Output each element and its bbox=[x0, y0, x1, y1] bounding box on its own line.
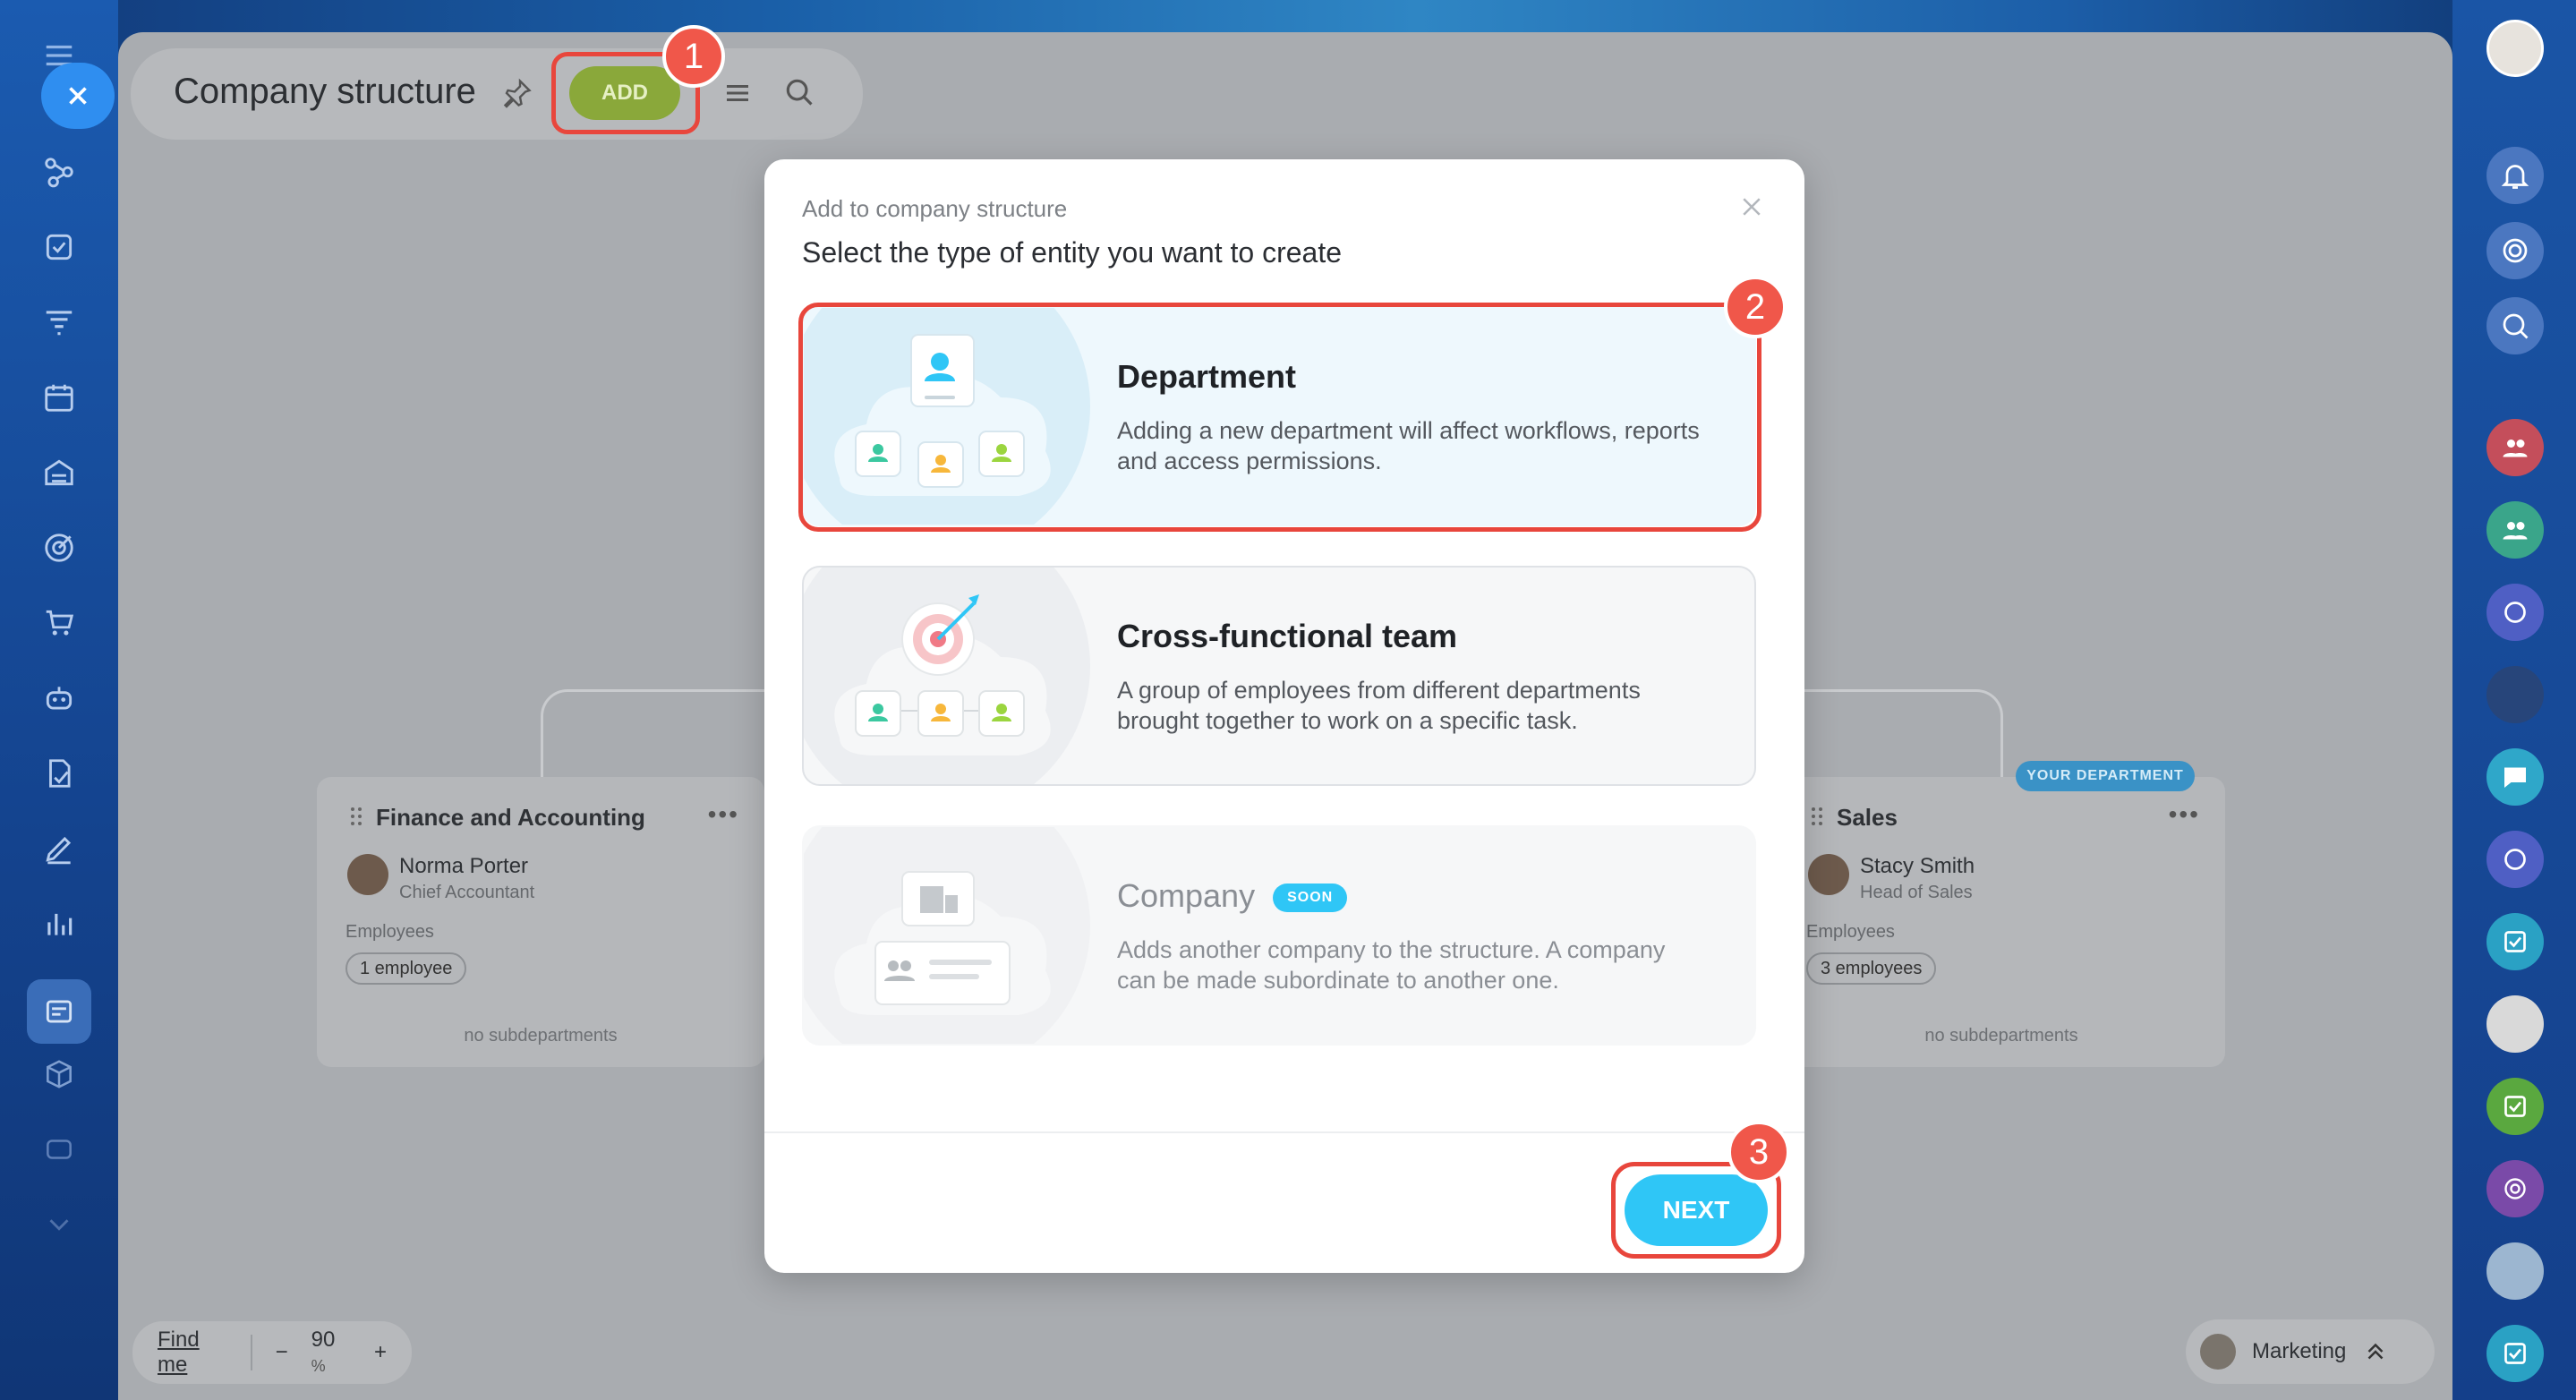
option-title: Company SOON bbox=[1117, 877, 1348, 915]
bell-icon[interactable] bbox=[2486, 147, 2544, 204]
menu-icon[interactable] bbox=[721, 77, 754, 109]
close-slider-button[interactable] bbox=[41, 63, 115, 129]
copilot-chat-icon[interactable] bbox=[2486, 584, 2544, 641]
group-avatar-icon[interactable] bbox=[2486, 501, 2544, 559]
analytics-icon[interactable] bbox=[39, 904, 79, 943]
right-sidebar bbox=[2452, 0, 2576, 1400]
zoom-controls: Find me − 90 % + bbox=[132, 1321, 412, 1384]
more-icon[interactable]: ••• bbox=[2169, 800, 2200, 829]
employees-label: Employees bbox=[1806, 922, 1895, 942]
hr-icon[interactable] bbox=[39, 1130, 79, 1169]
head-name[interactable]: Stacy Smith bbox=[1860, 854, 1975, 879]
calendar-icon[interactable] bbox=[39, 378, 79, 417]
subdepartments-label: no subdepartments bbox=[1924, 1026, 2078, 1046]
department-card-finance[interactable]: Finance and Accounting ••• Norma Porter … bbox=[317, 777, 764, 1067]
page-title: Company structure bbox=[174, 72, 476, 111]
group-chat-avatar-icon[interactable] bbox=[2486, 419, 2544, 476]
step-badge-2: 2 bbox=[1724, 276, 1787, 338]
avatar bbox=[347, 854, 388, 895]
box-icon[interactable] bbox=[39, 1054, 79, 1094]
avatar bbox=[2200, 1334, 2236, 1370]
head-role: Head of Sales bbox=[1860, 883, 1973, 902]
close-icon[interactable] bbox=[1738, 193, 1765, 220]
sign-document-icon[interactable] bbox=[39, 754, 79, 793]
cart-icon[interactable] bbox=[39, 603, 79, 643]
copilot-spiral-icon-2[interactable] bbox=[2486, 831, 2544, 888]
department-switcher-label: Marketing bbox=[2252, 1339, 2347, 1363]
employees-label: Employees bbox=[345, 922, 434, 942]
step-badge-3: 3 bbox=[1727, 1121, 1790, 1183]
cat-avatar[interactable] bbox=[2486, 1242, 2544, 1300]
option-cross-functional-team[interactable]: Cross-functional team A group of employe… bbox=[802, 566, 1756, 786]
task-check-icon-2[interactable] bbox=[2486, 1078, 2544, 1135]
person-avatar[interactable] bbox=[2486, 995, 2544, 1053]
automation-icon[interactable] bbox=[39, 152, 79, 192]
tasks-icon[interactable] bbox=[39, 227, 79, 267]
add-entity-dialog: Add to company structure Select the type… bbox=[764, 159, 1804, 1273]
footer-divider bbox=[764, 1131, 1804, 1133]
drag-handle-icon[interactable] bbox=[349, 806, 363, 827]
employee-count-chip[interactable]: 3 employees bbox=[1806, 952, 1937, 985]
your-department-badge: YOUR DEPARTMENT bbox=[2016, 761, 2195, 791]
pin-icon[interactable] bbox=[501, 77, 533, 109]
dialog-heading: Select the type of entity you want to cr… bbox=[802, 236, 1343, 269]
team-target-illustration bbox=[804, 568, 1090, 784]
task-check-icon-3[interactable] bbox=[2486, 1325, 2544, 1382]
dialog-subtitle: Add to company structure bbox=[802, 195, 1068, 222]
avatar bbox=[1808, 854, 1849, 895]
company-structure-icon[interactable] bbox=[27, 979, 91, 1044]
option-company: Company SOON Adds another company to the … bbox=[802, 825, 1756, 1046]
contact-avatar[interactable] bbox=[2486, 666, 2544, 723]
department-switcher[interactable]: Marketing bbox=[2186, 1319, 2435, 1384]
company-illustration bbox=[804, 827, 1090, 1044]
soon-badge: SOON bbox=[1273, 884, 1348, 913]
subdepartments-label: no subdepartments bbox=[464, 1026, 618, 1046]
head-name[interactable]: Norma Porter bbox=[399, 854, 528, 879]
more-icon[interactable]: ••• bbox=[708, 800, 739, 829]
department-card-sales[interactable]: Sales ••• Stacy Smith Head of Sales Empl… bbox=[1778, 777, 2225, 1067]
option-description: Adds another company to the structure. A… bbox=[1117, 936, 1666, 994]
copilot-icon[interactable] bbox=[39, 679, 79, 718]
pen-icon[interactable] bbox=[39, 829, 79, 868]
goals-icon[interactable] bbox=[39, 528, 79, 568]
crm-funnel-icon[interactable] bbox=[39, 303, 79, 342]
task-check-icon[interactable] bbox=[2486, 913, 2544, 970]
chevron-down-icon[interactable] bbox=[39, 1205, 79, 1244]
step-badge-1: 1 bbox=[662, 25, 725, 88]
highlight-department-option bbox=[798, 303, 1761, 532]
option-description: A group of employees from different depa… bbox=[1117, 677, 1641, 734]
search-icon[interactable] bbox=[782, 75, 816, 109]
copilot-spiral-icon[interactable] bbox=[2486, 222, 2544, 279]
department-name: Sales bbox=[1837, 804, 1898, 831]
option-title: Cross-functional team bbox=[1117, 618, 1458, 654]
warehouse-icon[interactable] bbox=[39, 453, 79, 492]
divider bbox=[250, 1335, 252, 1370]
employee-count-chip[interactable]: 1 employee bbox=[345, 952, 467, 985]
user-avatar[interactable] bbox=[2486, 20, 2544, 77]
fingerprint-icon[interactable] bbox=[2486, 1160, 2544, 1217]
chevron-up-double-icon[interactable] bbox=[2362, 1338, 2389, 1365]
close-icon bbox=[69, 87, 87, 105]
left-sidebar bbox=[0, 0, 118, 1400]
chat-bubble-icon[interactable] bbox=[2486, 748, 2544, 806]
zoom-level: 90 % bbox=[311, 1327, 336, 1375]
zoom-in-button[interactable]: + bbox=[374, 1340, 387, 1365]
find-me-link[interactable]: Find me bbox=[158, 1327, 227, 1378]
head-role: Chief Accountant bbox=[399, 883, 535, 902]
department-name: Finance and Accounting bbox=[376, 804, 645, 831]
drag-handle-icon[interactable] bbox=[1810, 806, 1824, 827]
search-chat-icon[interactable] bbox=[2486, 297, 2544, 354]
zoom-out-button[interactable]: − bbox=[276, 1340, 288, 1365]
